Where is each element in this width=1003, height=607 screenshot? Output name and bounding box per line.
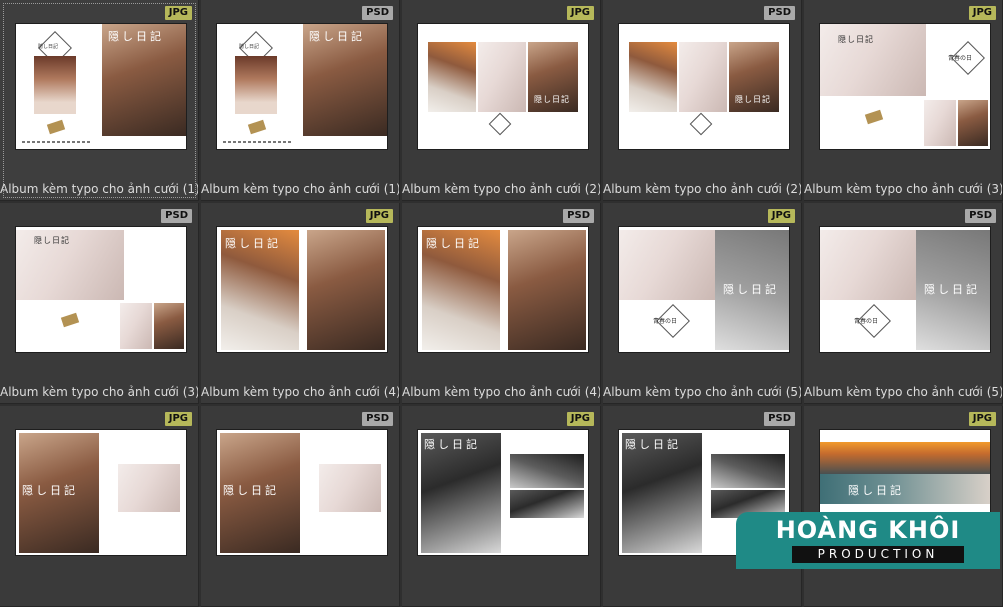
thumbnail-item[interactable]: PSD 隠し日記 青春の日 Album kèm typo cho ảnh cướ… bbox=[804, 203, 1003, 404]
thumbnail-item[interactable]: PSD 隠し日記 Album kèm typo cho ảnh cưới (4) bbox=[402, 203, 601, 404]
file-type-badge: JPG bbox=[164, 6, 192, 20]
file-type-badge: PSD bbox=[965, 209, 996, 223]
title-typo: 隠し日記 bbox=[108, 30, 164, 43]
thumbnail-label: Album kèm typo cho ảnh cưới (3) bbox=[804, 182, 1002, 196]
thumbnail-item[interactable]: JPG 隠し日記 隠し日記 Album kèm typo cho ảnh cướ… bbox=[0, 0, 199, 201]
file-type-badge: PSD bbox=[764, 412, 795, 426]
thumbnail-label: Album kèm typo cho ảnh cưới (4) bbox=[201, 385, 399, 399]
file-type-badge: JPG bbox=[968, 6, 996, 20]
title-typo: 隠し日記 bbox=[309, 30, 365, 43]
thumbnail-item[interactable]: PSD 隠し日記 Album kèm typo cho ảnh cưới (3) bbox=[0, 203, 199, 404]
thumbnail-image: 隠し日記 bbox=[418, 24, 588, 149]
file-type-badge: JPG bbox=[566, 412, 594, 426]
title-typo: 隠し日記 bbox=[424, 438, 480, 451]
thumbnail-label: Album kèm typo cho ảnh cưới (2) bbox=[402, 182, 600, 196]
thumbnail-image: 隠し日記 隠し日記 bbox=[217, 24, 387, 149]
title-typo: 隠し日記 bbox=[848, 484, 904, 497]
thumbnail-item[interactable]: JPG 隠し日記 青春の日 Album kèm typo cho ảnh cướ… bbox=[603, 203, 802, 404]
file-type-badge: JPG bbox=[164, 412, 192, 426]
thumbnail-item[interactable]: PSD 隠し日記 bbox=[603, 406, 802, 607]
title-typo: 隠し日記 bbox=[22, 484, 78, 497]
thumbnail-image: 隠し日記 bbox=[418, 227, 588, 352]
thumbnail-label: Album kèm typo cho ảnh cưới (4) bbox=[402, 385, 600, 399]
file-type-badge: PSD bbox=[362, 412, 393, 426]
thumbnail-label: Album kèm typo cho ảnh cưới (3) bbox=[0, 385, 198, 399]
thumbnail-image: 隠し日記 bbox=[16, 430, 186, 555]
subtitle-typo: 青春の日 bbox=[854, 318, 879, 325]
brand-logo-subtitle: PRODUCTION bbox=[792, 546, 964, 563]
thumbnail-label: Album kèm typo cho ảnh cưới (1) bbox=[0, 182, 198, 196]
thumbnail-image: 隠し日記 青春の日 bbox=[619, 227, 789, 352]
title-typo: 隠し日記 bbox=[723, 283, 779, 296]
subtitle-typo: 青春の日 bbox=[948, 55, 973, 62]
thumbnail-image: 隠し日記 bbox=[217, 227, 387, 352]
brand-logo: HOÀNG KHÔI PRODUCTION bbox=[736, 512, 1000, 569]
subtitle-typo: 青春の日 bbox=[653, 318, 678, 325]
stamp-text: 隠し日記 bbox=[239, 44, 260, 50]
thumbnail-image: 隠し日記 bbox=[418, 430, 588, 555]
file-type-badge: PSD bbox=[764, 6, 795, 20]
thumbnail-item[interactable]: JPG 隠し日記 bbox=[0, 406, 199, 607]
file-type-badge: JPG bbox=[767, 209, 795, 223]
thumbnail-image: 隠し日記 青春の日 bbox=[820, 24, 990, 149]
thumbnail-label: Album kèm typo cho ảnh cưới (2) bbox=[603, 182, 801, 196]
title-typo: 隠し日記 bbox=[426, 237, 482, 250]
thumbnail-grid: JPG 隠し日記 隠し日記 Album kèm typo cho ảnh cướ… bbox=[0, 0, 1003, 607]
title-typo: 隠し日記 bbox=[625, 438, 681, 451]
title-typo: 隠し日記 bbox=[924, 283, 980, 296]
title-typo: 隠し日記 bbox=[838, 35, 874, 44]
title-typo: 隠し日記 bbox=[534, 95, 570, 104]
stamp-text: 隠し日記 bbox=[38, 44, 59, 50]
title-typo: 隠し日記 bbox=[225, 237, 281, 250]
brand-logo-title: HOÀNG KHÔI bbox=[775, 516, 961, 544]
thumbnail-item[interactable]: JPG 隠し日記 青春の日 Album kèm typo cho ảnh cướ… bbox=[804, 0, 1003, 201]
thumbnail-item[interactable]: PSD 隠し日記 bbox=[201, 406, 400, 607]
file-type-badge: PSD bbox=[362, 6, 393, 20]
file-type-badge: JPG bbox=[968, 412, 996, 426]
title-typo: 隠し日記 bbox=[735, 95, 771, 104]
title-typo: 隠し日記 bbox=[34, 236, 70, 245]
file-type-badge: PSD bbox=[161, 209, 192, 223]
file-type-badge: JPG bbox=[566, 6, 594, 20]
thumbnail-label: Album kèm typo cho ảnh cưới (1) bbox=[201, 182, 399, 196]
thumbnail-label: Album kèm typo cho ảnh cưới (5) bbox=[804, 385, 1002, 399]
thumbnail-item[interactable]: JPG 隠し日記 Album kèm typo cho ảnh cưới (2) bbox=[402, 0, 601, 201]
thumbnail-image: 隠し日記 bbox=[619, 24, 789, 149]
file-type-badge: JPG bbox=[365, 209, 393, 223]
thumbnail-label: Album kèm typo cho ảnh cưới (5) bbox=[603, 385, 801, 399]
thumbnail-item[interactable]: PSD 隠し日記 隠し日記 Album kèm typo cho ảnh cướ… bbox=[201, 0, 400, 201]
thumbnail-item[interactable]: JPG 隠し日記 Album kèm typo cho ảnh cưới (4) bbox=[201, 203, 400, 404]
thumbnail-item[interactable]: JPG 隠し日記 bbox=[402, 406, 601, 607]
thumbnail-image: 隠し日記 bbox=[16, 227, 186, 352]
thumbnail-item[interactable]: PSD 隠し日記 Album kèm typo cho ảnh cưới (2) bbox=[603, 0, 802, 201]
thumbnail-image: 隠し日記 隠し日記 bbox=[16, 24, 186, 149]
thumbnail-image: 隠し日記 青春の日 bbox=[820, 227, 990, 352]
file-type-badge: PSD bbox=[563, 209, 594, 223]
thumbnail-item[interactable]: JPG 隠し日記 bbox=[804, 406, 1003, 607]
title-typo: 隠し日記 bbox=[223, 484, 279, 497]
thumbnail-image: 隠し日記 bbox=[217, 430, 387, 555]
